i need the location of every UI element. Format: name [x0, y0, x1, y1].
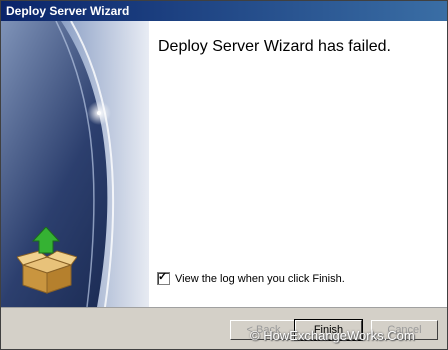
- view-log-option[interactable]: ✓ View the log when you click Finish.: [157, 271, 345, 285]
- view-log-checkbox[interactable]: ✓: [157, 271, 170, 285]
- wizard-banner: [1, 21, 149, 307]
- page-title: Deploy Server Wizard has failed.: [158, 38, 391, 55]
- view-log-label[interactable]: View the log when you click Finish.: [175, 273, 345, 285]
- checkmark-icon: ✓: [158, 271, 168, 283]
- wizard-content: Deploy Server Wizard has failed. ✓ View …: [149, 21, 447, 307]
- package-upload-icon: [17, 227, 77, 294]
- title-bar[interactable]: Deploy Server Wizard: [1, 1, 447, 21]
- watermark: © HowExchangeWorks.Com: [250, 328, 415, 343]
- wizard-window: Deploy Server Wizard Deploy Server Wizar…: [0, 0, 448, 350]
- window-title: Deploy Server Wizard: [6, 4, 130, 18]
